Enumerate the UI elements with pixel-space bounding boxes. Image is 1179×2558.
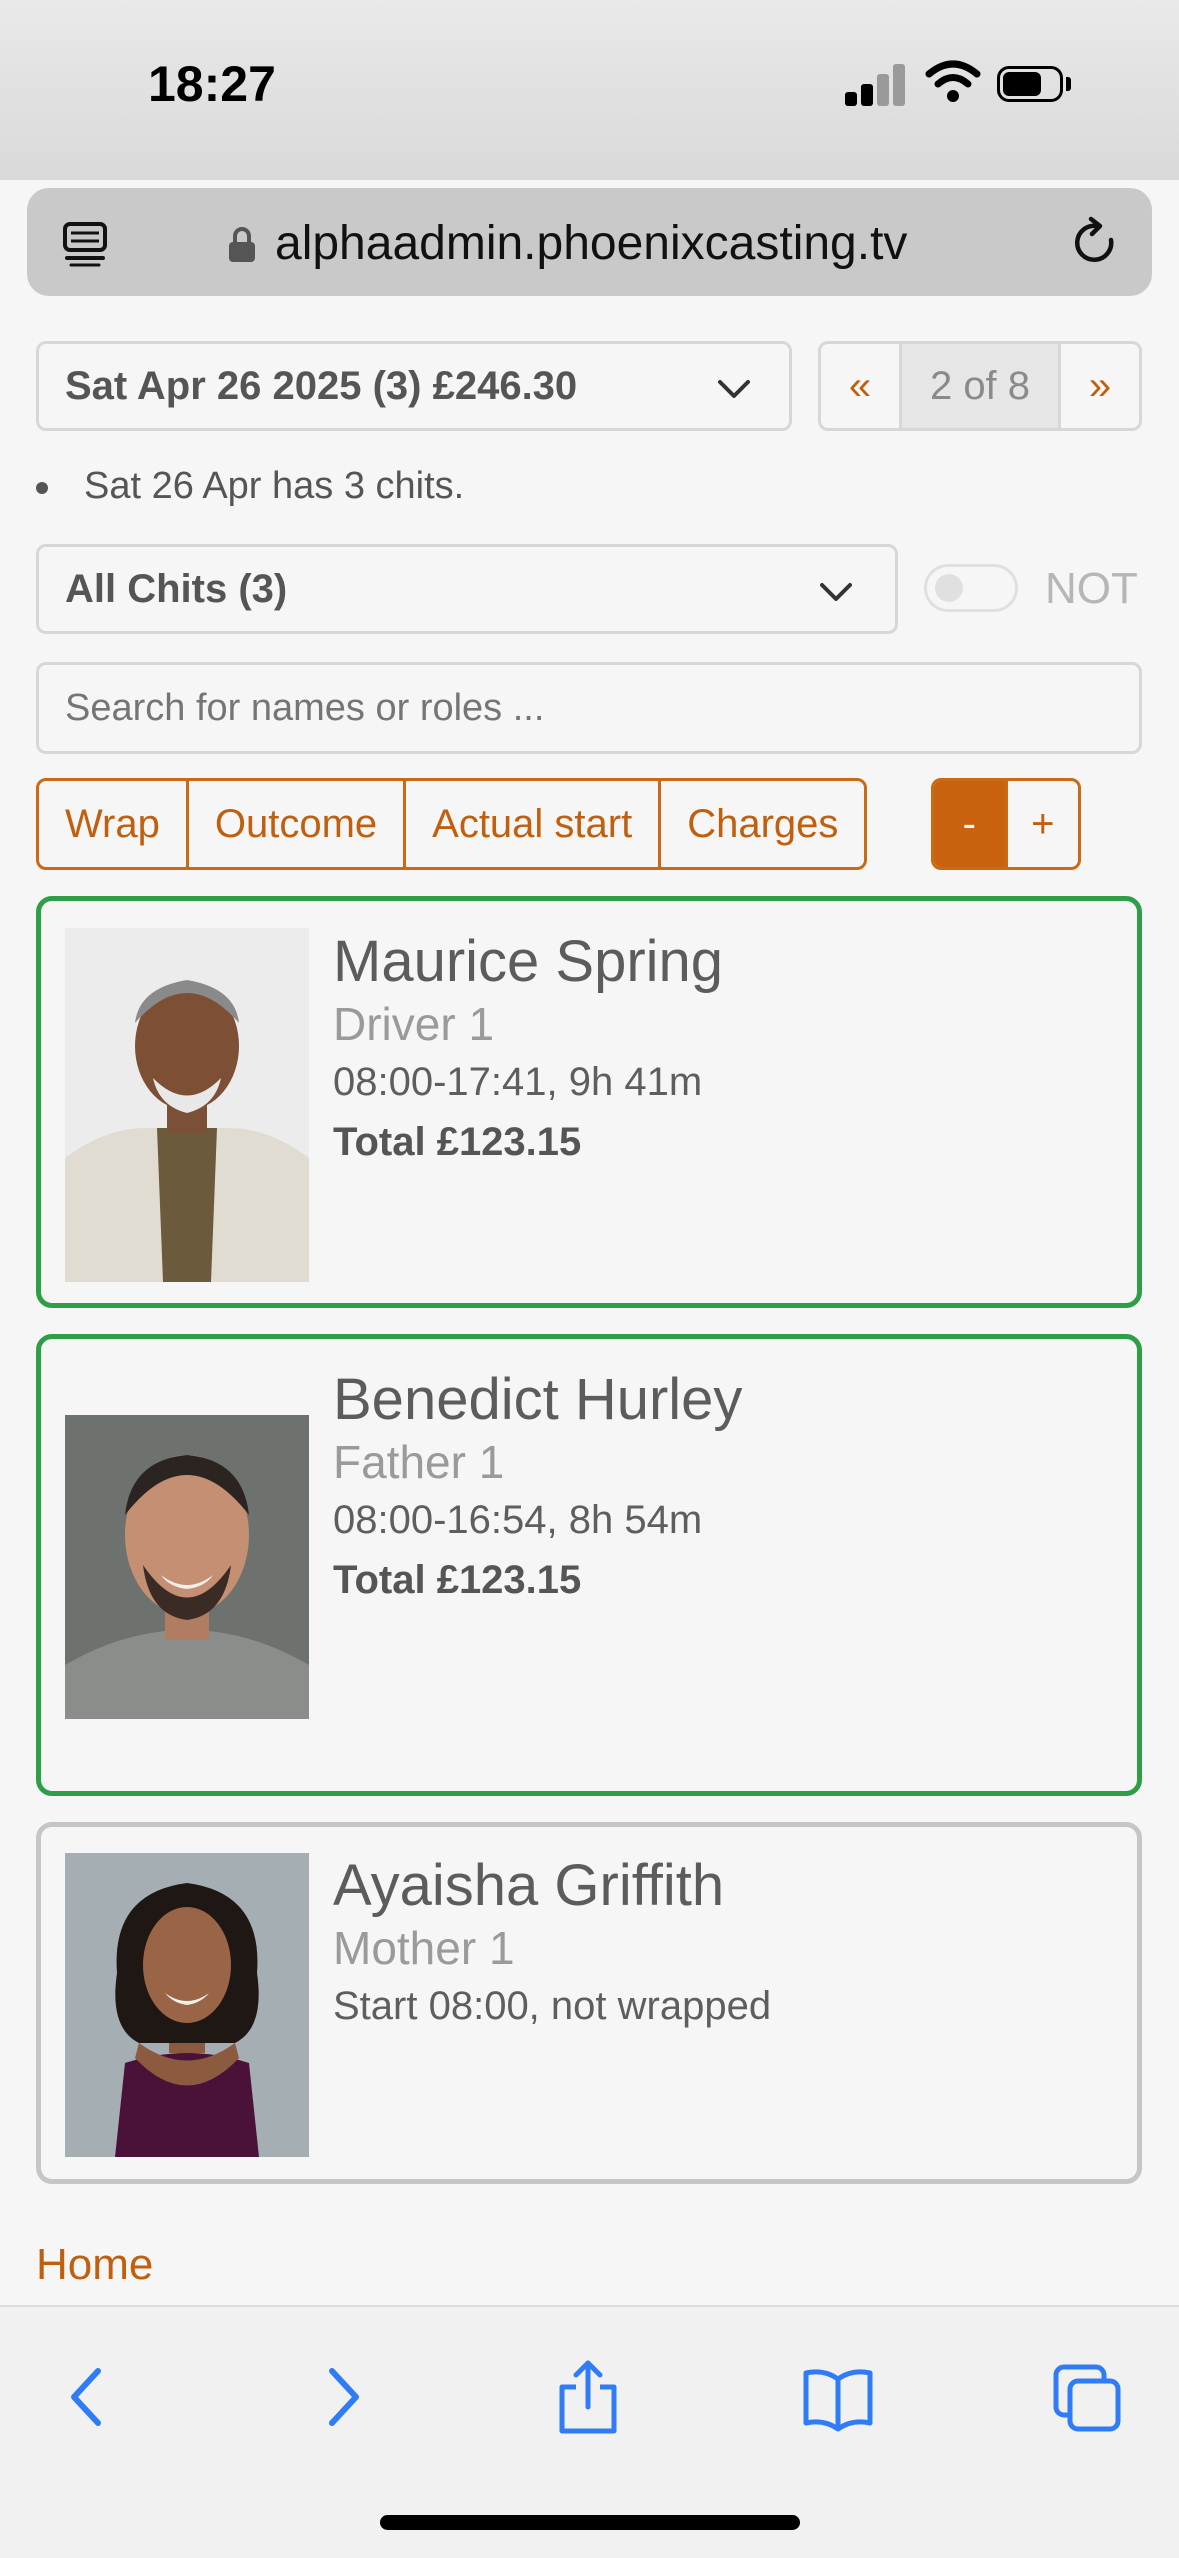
charges-button[interactable]: Charges — [658, 781, 864, 867]
reload-icon[interactable] — [1067, 216, 1123, 272]
time-range: 08:00-16:54, 8h 54m — [333, 1498, 703, 1543]
back-icon[interactable] — [52, 2359, 124, 2435]
wifi-icon — [925, 60, 981, 102]
total-charge: Total £123.15 — [333, 1120, 582, 1165]
view-button-group: Wrap Outcome Actual start Charges — [36, 778, 868, 870]
avatar — [65, 1853, 309, 2157]
status-time: 18:27 — [148, 56, 276, 112]
zoom-in-button[interactable]: + — [1004, 781, 1079, 867]
chit-filter-select[interactable]: All Chits (3) — [36, 544, 898, 634]
wrap-button[interactable]: Wrap — [39, 781, 186, 867]
person-name: Benedict Hurley — [333, 1367, 743, 1432]
search-input[interactable] — [36, 662, 1142, 754]
previous-day-button[interactable]: « — [821, 344, 899, 428]
chit-filter-value: All Chits (3) — [65, 567, 288, 611]
person-name: Maurice Spring — [333, 929, 724, 994]
bookmarks-icon[interactable] — [802, 2359, 874, 2435]
share-icon[interactable] — [552, 2359, 624, 2435]
not-toggle[interactable] — [924, 564, 1018, 612]
person-name: Ayaisha Griffith — [333, 1853, 725, 1918]
status-bar: 18:27 — [0, 0, 1179, 180]
avatar — [65, 1415, 309, 1719]
actual-start-button[interactable]: Actual start — [403, 781, 658, 867]
chevron-down-icon — [820, 583, 852, 601]
time-range: 08:00-17:41, 9h 41m — [333, 1060, 703, 1105]
forward-icon[interactable] — [306, 2359, 378, 2435]
bullet-icon — [36, 481, 48, 494]
page-count: 2 of 8 — [899, 344, 1061, 428]
chit-info: Benedict Hurley Father 1 08:00-16:54, 8h… — [333, 1367, 742, 1611]
date-select-value: Sat Apr 26 2025 (3) £246.30 — [65, 364, 578, 408]
cellular-signal-icon — [845, 62, 905, 106]
chit-info: Ayaisha Griffith Mother 1 Start 08:00, n… — [333, 1853, 771, 2035]
role-label: Driver 1 — [333, 997, 495, 1050]
chit-summary-text: Sat 26 Apr has 3 chits. — [84, 465, 465, 507]
home-indicator — [380, 2515, 800, 2530]
tabs-icon[interactable] — [1052, 2359, 1124, 2435]
page-menu-icon[interactable] — [61, 218, 111, 268]
browser-address-bar[interactable]: alphaadmin.phoenixcasting.tv — [27, 188, 1152, 296]
battery-icon — [997, 66, 1073, 106]
day-pager: « 2 of 8 » — [818, 341, 1142, 431]
outcome-button[interactable]: Outcome — [185, 781, 403, 867]
time-range: Start 08:00, not wrapped — [333, 1984, 772, 2029]
lock-icon — [229, 227, 255, 262]
chevron-down-icon — [718, 380, 750, 398]
zoom-out-button[interactable]: - — [934, 781, 1005, 867]
role-label: Father 1 — [333, 1435, 505, 1488]
total-charge: Total £123.15 — [333, 1558, 582, 1603]
chit-info: Maurice Spring Driver 1 08:00-17:41, 9h … — [333, 929, 723, 1173]
date-select[interactable]: Sat Apr 26 2025 (3) £246.30 — [36, 341, 792, 431]
chit-summary: Sat 26 Apr has 3 chits. — [36, 465, 464, 508]
avatar — [65, 928, 309, 1282]
chit-card[interactable]: Ayaisha Griffith Mother 1 Start 08:00, n… — [36, 1822, 1142, 2184]
chit-card[interactable]: Benedict Hurley Father 1 08:00-16:54, 8h… — [36, 1334, 1142, 1796]
url-text[interactable]: alphaadmin.phoenixcasting.tv — [275, 216, 907, 271]
chit-card[interactable]: Maurice Spring Driver 1 08:00-17:41, 9h … — [36, 896, 1142, 1308]
next-day-button[interactable]: » — [1061, 344, 1139, 428]
not-label: NOT — [1045, 564, 1138, 613]
zoom-controls: - + — [931, 778, 1081, 870]
home-link[interactable]: Home — [36, 2240, 153, 2290]
role-label: Mother 1 — [333, 1921, 515, 1974]
